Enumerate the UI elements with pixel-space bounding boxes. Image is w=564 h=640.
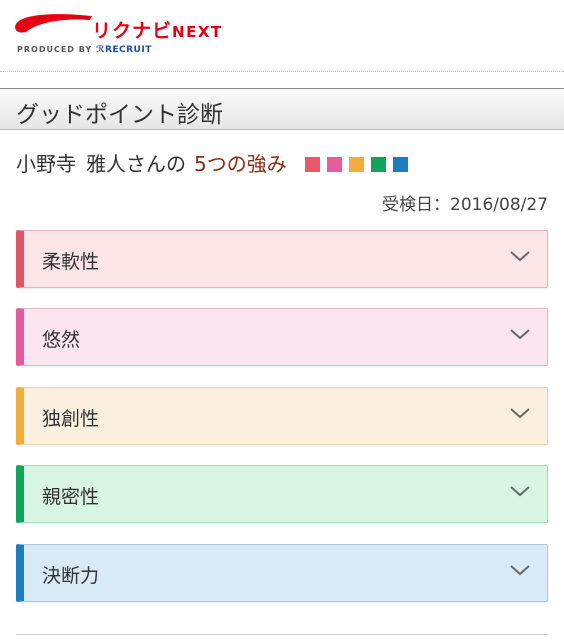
site-header: リクナビNEXT PRODUCED BY ℛRECRUIT [0,0,564,72]
exam-date: 受検日：2016/08/27 [382,195,548,215]
chevron-down-icon[interactable] [509,406,531,420]
strength-accordion-2[interactable]: 悠然 [16,308,548,366]
strength-color-square [371,157,387,172]
strength-color-square [327,157,343,172]
logo-wordmark: リクナビNEXT [92,16,223,43]
strength-label: 親密性 [42,486,100,508]
strength-accordion-5[interactable]: 決断力 [16,544,548,602]
chevron-down-icon[interactable] [509,249,531,263]
strength-color-square [349,157,365,172]
owner-line: 小野寺 雅人さんの 5つの強み [16,148,415,177]
chevron-down-icon[interactable] [509,484,531,498]
chevron-down-icon[interactable] [509,327,531,341]
footer-divider [16,634,548,635]
logo-main-text: リクナビ [92,20,173,42]
strength-label: 決断力 [42,565,100,587]
strength-label: 柔軟性 [42,251,100,273]
header-divider [0,71,564,72]
rikunabi-logo[interactable] [14,10,94,36]
strength-color-square [393,157,409,172]
strength-accordion-3[interactable]: 独創性 [16,387,548,445]
produced-by-recruit: PRODUCED BY ℛRECRUIT [17,45,152,55]
strength-count-label: 5つの強み [194,152,287,176]
strength-accordion-4[interactable]: 親密性 [16,465,548,523]
page-title-bar: グッドポイント診断 [0,88,564,130]
strength-label: 悠然 [42,329,81,351]
recruit-r-icon: ℛ [95,45,105,55]
strength-label: 独創性 [42,408,100,430]
owner-name: 小野寺 [16,152,76,176]
produced-by-label: PRODUCED BY [17,45,93,54]
owner-suffix: 雅人さんの [86,152,186,176]
strength-color-square [305,157,321,172]
recruit-brand: ℛRECRUIT [96,45,152,55]
strength-color-squares [305,151,415,175]
page-title: グッドポイント診断 [16,102,223,128]
chevron-down-icon[interactable] [509,563,531,577]
logo-next-text: NEXT [172,23,223,41]
strength-accordion-1[interactable]: 柔軟性 [16,230,548,288]
recruit-brand-text: RECRUIT [104,45,152,55]
